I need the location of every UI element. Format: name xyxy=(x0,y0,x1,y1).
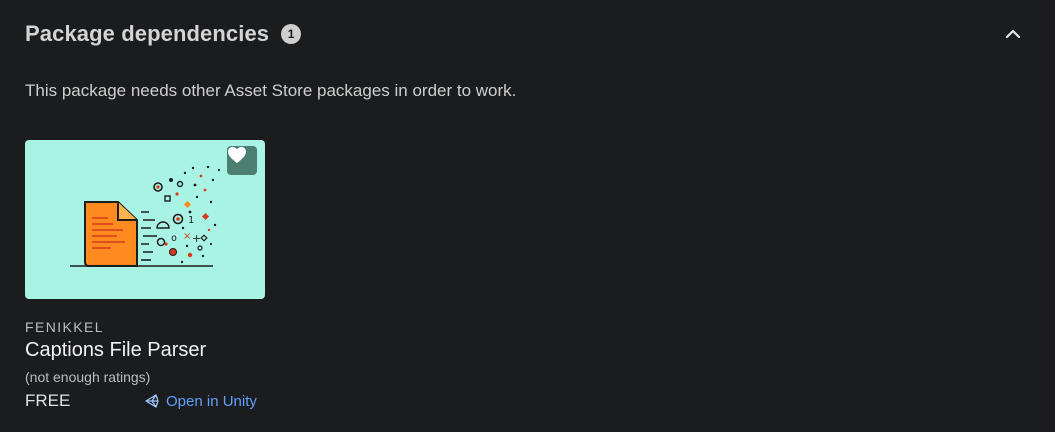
open-in-unity-label: Open in Unity xyxy=(166,392,257,410)
svg-text:1: 1 xyxy=(188,215,194,226)
svg-text:×: × xyxy=(183,231,191,242)
publisher-name[interactable]: FENIKKEL xyxy=(25,319,265,335)
dependency-count-badge: 1 xyxy=(281,24,302,44)
svg-text:o: o xyxy=(171,233,177,244)
section-header: Package dependencies 1 xyxy=(25,18,1037,50)
heart-icon xyxy=(228,146,246,164)
svg-text:+: + xyxy=(192,232,201,245)
package-thumbnail[interactable]: 1 + × o xyxy=(25,140,265,299)
ratings-text: (not enough ratings) xyxy=(25,369,151,385)
collapse-button[interactable] xyxy=(1003,24,1023,44)
package-card: 1 + × o FENIKKEL Captions File Parser (n… xyxy=(25,140,265,411)
package-title[interactable]: Captions File Parser xyxy=(25,339,265,362)
favorite-button[interactable] xyxy=(227,146,257,175)
card-footer: FREE Open in Unity xyxy=(25,391,265,411)
chevron-up-icon xyxy=(1005,29,1021,39)
price-label: FREE xyxy=(25,391,71,410)
section-title: Package dependencies xyxy=(25,21,270,46)
section-description: This package needs other Asset Store pac… xyxy=(25,81,517,100)
unity-logo-icon xyxy=(144,393,160,409)
open-in-unity-link[interactable]: Open in Unity xyxy=(144,393,257,410)
